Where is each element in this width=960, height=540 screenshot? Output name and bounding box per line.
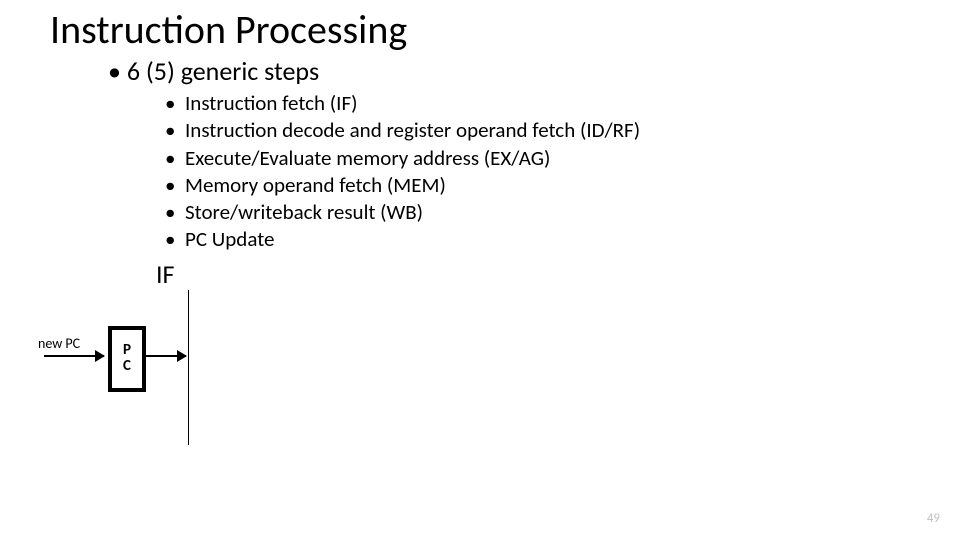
list-item: • Memory operand fetch (MEM) xyxy=(165,172,640,199)
subtitle-text: 6 (5) generic steps xyxy=(127,55,319,87)
pc-register-box: P C xyxy=(108,326,146,392)
list-item: • PC Update xyxy=(165,226,640,253)
bullet-icon: • xyxy=(165,199,185,226)
list-item: • Instruction fetch (IF) xyxy=(165,90,640,117)
step-text: Store/writeback result (WB) xyxy=(185,199,423,226)
list-item: • Store/writeback result (WB) xyxy=(165,199,640,226)
bullet-icon: • xyxy=(165,172,185,199)
stage-divider-line xyxy=(188,290,189,445)
step-text: Execute/Evaluate memory address (EX/AG) xyxy=(185,145,550,172)
stage-if-label: IF xyxy=(156,258,175,290)
page-number: 49 xyxy=(927,511,940,526)
slide-title: Instruction Processing xyxy=(50,5,407,54)
bullet-icon: • xyxy=(165,117,185,144)
pc-box-line2: C xyxy=(123,359,131,375)
subtitle-bullet: • xyxy=(108,55,121,87)
list-item: • Instruction decode and register operan… xyxy=(165,117,640,144)
bullet-icon: • xyxy=(165,90,185,117)
arrow-out-of-pc-icon xyxy=(146,355,186,357)
step-text: PC Update xyxy=(185,226,274,253)
step-text: Instruction fetch (IF) xyxy=(185,90,357,117)
steps-list: • Instruction fetch (IF) • Instruction d… xyxy=(165,90,640,254)
bullet-icon: • xyxy=(165,226,185,253)
list-item: • Execute/Evaluate memory address (EX/AG… xyxy=(165,145,640,172)
bullet-icon: • xyxy=(165,145,185,172)
arrow-into-pc-icon xyxy=(44,355,104,357)
step-text: Memory operand fetch (MEM) xyxy=(185,172,446,199)
subtitle: • 6 (5) generic steps xyxy=(108,55,319,87)
new-pc-label: new PC xyxy=(38,335,80,352)
step-text: Instruction decode and register operand … xyxy=(185,117,640,144)
